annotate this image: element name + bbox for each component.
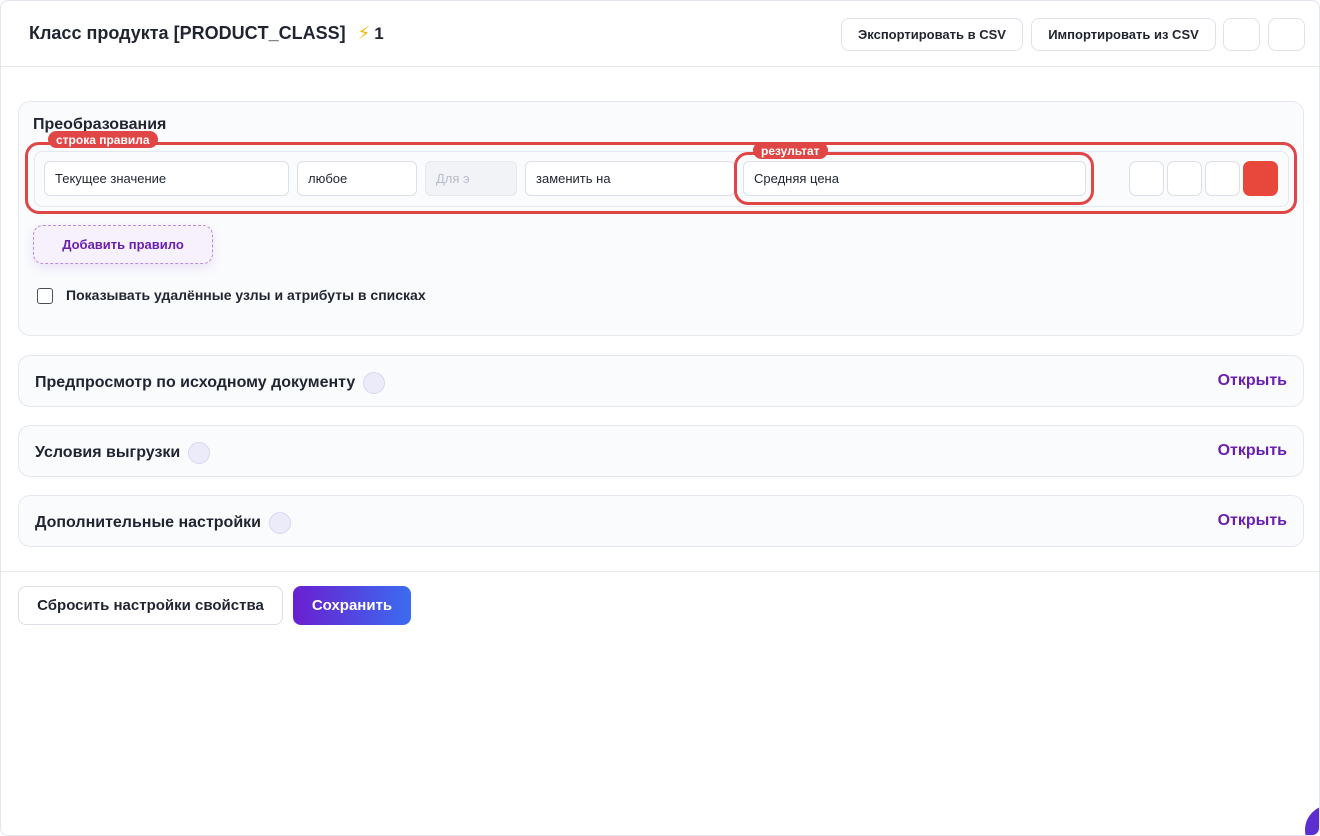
page-title: Класс продукта [PRODUCT_CLASS] ⚡ 1 bbox=[29, 23, 384, 44]
bolt-icon: ⚡ bbox=[357, 23, 371, 43]
import-csv-button[interactable]: Импортировать из CSV bbox=[1031, 18, 1216, 51]
section-title: Дополнительные настройки bbox=[35, 512, 291, 534]
result-highlight bbox=[734, 152, 1094, 205]
open-link[interactable]: Открыть bbox=[1218, 442, 1287, 460]
show-deleted-checkbox[interactable] bbox=[37, 288, 53, 304]
floating-action-button[interactable] bbox=[1305, 805, 1319, 835]
section-export-conditions: Условия выгрузки Открыть bbox=[18, 425, 1304, 477]
show-deleted-label: Показывать удалённые узлы и атрибуты в с… bbox=[66, 287, 426, 303]
reset-settings-button[interactable]: Сбросить настройки свойства bbox=[18, 586, 283, 625]
info-icon bbox=[363, 372, 386, 394]
header-icon-button[interactable] bbox=[1268, 18, 1305, 51]
section-title-text: Предпросмотр по исходному документу bbox=[35, 374, 356, 391]
export-csv-button[interactable]: Экспортировать в CSV bbox=[841, 18, 1023, 51]
save-button[interactable]: Сохранить bbox=[293, 586, 411, 625]
info-icon bbox=[269, 512, 291, 534]
result-tag: результат bbox=[753, 142, 828, 159]
rule-row-highlight bbox=[25, 142, 1297, 214]
header-icon-button[interactable] bbox=[1223, 18, 1260, 51]
add-rule-button[interactable]: Добавить правило bbox=[33, 225, 213, 264]
header-bar: Класс продукта [PRODUCT_CLASS] ⚡ 1 Экспо… bbox=[1, 1, 1319, 67]
section-advanced-settings: Дополнительные настройки Открыть bbox=[18, 495, 1304, 547]
open-link[interactable]: Открыть bbox=[1218, 512, 1287, 530]
page-title-text: Класс продукта [PRODUCT_CLASS] bbox=[29, 23, 346, 43]
title-count: 1 bbox=[374, 23, 384, 43]
open-link[interactable]: Открыть bbox=[1218, 372, 1287, 390]
section-preview: Предпросмотр по исходному документу Откр… bbox=[18, 355, 1304, 407]
settings-window: Класс продукта [PRODUCT_CLASS] ⚡ 1 Экспо… bbox=[0, 0, 1320, 836]
info-icon bbox=[188, 442, 211, 464]
section-title-text: Условия выгрузки bbox=[35, 444, 181, 461]
section-title: Предпросмотр по исходному документу bbox=[35, 372, 386, 394]
footer-divider bbox=[1, 571, 1319, 572]
section-title-text: Дополнительные настройки bbox=[35, 514, 261, 531]
section-title: Условия выгрузки bbox=[35, 442, 211, 464]
rule-row-tag: строка правила bbox=[48, 131, 158, 148]
